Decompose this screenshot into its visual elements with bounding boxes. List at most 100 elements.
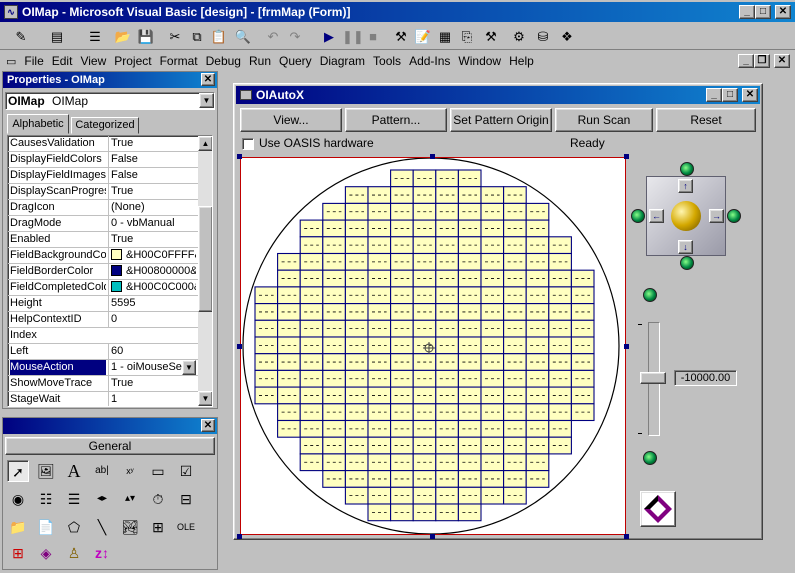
property-row[interactable]: FieldBackgroundCol &H00C0FFFF& [8,248,198,264]
property-value[interactable]: 0 - vbManual [108,216,196,231]
tab-categorized[interactable]: Categorized [71,117,139,134]
image-icon[interactable]: 🏞 [119,516,141,538]
textbox-icon[interactable]: ab| [91,460,113,482]
joystick-knob[interactable] [671,201,701,231]
menu-project[interactable]: Project [114,54,151,68]
menu-diagram[interactable]: Diagram [320,54,365,68]
stage-joystick-pad[interactable]: ↑ ← → ↓ [646,176,726,256]
hscrollbar-icon[interactable]: ◂▸ [91,488,113,510]
stage-down-arrow[interactable]: ↓ [678,240,693,254]
property-value[interactable]: True [108,376,196,391]
menu-window[interactable]: Window [458,54,501,68]
use-oasis-checkbox[interactable] [242,138,254,150]
selection-handle-tm[interactable] [430,154,435,159]
component-manager-icon[interactable]: ⛁ [534,28,552,46]
pointer-icon[interactable]: ➚ [7,460,29,482]
property-row[interactable]: FieldCompletedColo &H00C0C000& [8,280,198,296]
mdi-close-button[interactable]: ✕ [774,54,790,68]
add-form-icon[interactable]: ▤ [48,28,66,46]
stage-left-arrow[interactable]: ← [649,209,664,223]
property-row[interactable]: DisplayFieldImages False [8,168,198,184]
property-row[interactable]: DragMode 0 - vbManual [8,216,198,232]
use-oasis-label[interactable]: Use OASIS hardware [259,136,374,150]
menu-add-ins[interactable]: Add-Ins [409,54,450,68]
property-value[interactable]: 60 [108,344,196,359]
mouseaction-dropdown[interactable]: ▼ [182,360,196,375]
end-icon[interactable]: ■ [364,28,382,46]
scroll-thumb[interactable] [198,206,212,312]
property-row[interactable]: Index [8,328,198,344]
property-row[interactable]: ShowMoveTrace True [8,376,198,392]
object-combo-dropdown[interactable]: ▼ [199,93,214,108]
property-value[interactable]: 1 - oiMouseSel ▼ [108,360,196,375]
menu-format[interactable]: Format [160,54,198,68]
property-value[interactable]: False [108,152,196,167]
filelistbox-icon[interactable]: 📄 [35,516,57,538]
property-row[interactable]: StageWait 1 [8,392,198,406]
wafer-map[interactable] [241,158,625,534]
selection-handle-bm[interactable] [430,534,435,539]
selection-handle-mr[interactable] [624,344,629,349]
property-value[interactable]: 5595 [108,296,196,311]
properties-close-button[interactable]: ✕ [201,73,215,86]
menu-help[interactable]: Help [509,54,534,68]
set-pattern-origin-button[interactable]: Set Pattern Origin [450,108,552,132]
property-value[interactable]: 1 [108,392,196,406]
paste-icon[interactable]: 📋 [210,28,228,46]
project-explorer-icon[interactable]: ⚒ [392,28,410,46]
selection-handle-bl[interactable] [237,534,242,539]
menu-query[interactable]: Query [279,54,312,68]
scroll-up-arrow[interactable]: ▲ [198,136,212,151]
save-icon[interactable]: 💾 [137,28,155,46]
mdi-minimize-button[interactable]: _ [738,54,754,68]
toolbox-icon[interactable]: ⚒ [482,28,500,46]
label-icon[interactable]: A [63,460,85,482]
find-icon[interactable]: 🔍 [234,28,252,46]
property-value[interactable]: True [108,136,196,151]
wafer-map-control[interactable] [240,157,626,535]
z-control-icon[interactable]: z↕ [91,542,113,564]
property-value[interactable]: &H00C0C000& [108,280,196,295]
property-value[interactable]: False [108,168,196,183]
menu-tools[interactable]: Tools [373,54,401,68]
menu-edit[interactable]: Edit [52,54,73,68]
frame-icon[interactable]: xʸ [119,460,141,482]
add-project-icon[interactable]: ✎ [12,28,30,46]
property-row[interactable]: FieldBorderColor &H00800000& [8,264,198,280]
z-slider-thumb[interactable] [640,372,666,384]
form-close-button[interactable]: ✕ [742,88,758,102]
property-row[interactable]: MouseAction 1 - oiMouseSel ▼ [8,360,198,376]
tab-alphabetic[interactable]: Alphabetic [7,114,69,134]
undo-icon[interactable]: ↶ [264,28,282,46]
selection-handle-tr[interactable] [624,154,629,159]
form-maximize-button[interactable]: □ [722,88,738,102]
property-value[interactable]: True [108,232,196,247]
toolbox-tab-general[interactable]: General [5,437,215,455]
object-browser-icon[interactable]: ⎘ [458,28,476,46]
listbox-icon[interactable]: ☰ [63,488,85,510]
break-icon[interactable]: ❚❚ [342,28,364,46]
combobox-icon[interactable]: ☷ [35,488,57,510]
property-row[interactable]: Enabled True [8,232,198,248]
close-button[interactable]: ✕ [775,5,791,19]
selection-handle-tl[interactable] [237,154,242,159]
open-icon[interactable]: 📂 [114,28,132,46]
minimize-button[interactable]: _ [739,5,755,19]
property-row[interactable]: DragIcon (None) [8,200,198,216]
menu-run[interactable]: Run [249,54,271,68]
property-row[interactable]: Height 5595 [8,296,198,312]
run-scan-button[interactable]: Run Scan [555,108,653,132]
property-value[interactable]: (None) [108,200,196,215]
shape-icon[interactable]: ⬠ [63,516,85,538]
stage-control-icon[interactable]: ♙ [63,542,85,564]
property-row[interactable]: Left 60 [8,344,198,360]
picturebox-icon[interactable]: 🖼 [35,460,57,482]
stage-right-arrow[interactable]: → [709,209,724,223]
property-row[interactable]: DisplayScanProgres True [8,184,198,200]
custom-control-grid-icon[interactable]: ⊞ [7,542,29,564]
property-row[interactable]: CausesValidation True [8,136,198,152]
property-scrollbar[interactable]: ▲ ▼ [198,136,212,406]
optionbutton-icon[interactable]: ◉ [7,488,29,510]
menu-file[interactable]: File [24,54,43,68]
oimap-control-icon[interactable]: ◈ [35,542,57,564]
